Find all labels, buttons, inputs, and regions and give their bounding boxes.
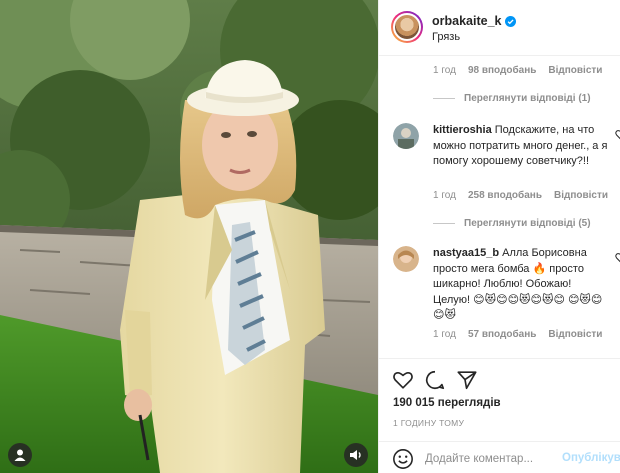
post-photo — [0, 0, 378, 473]
comment-likes[interactable]: 57 вподобань — [468, 329, 536, 340]
view-replies-button[interactable]: Переглянути відповіді (1) — [433, 93, 591, 104]
audio-toggle-button[interactable] — [344, 443, 368, 467]
replies-divider — [433, 98, 455, 99]
user-tag-icon — [14, 449, 26, 461]
comment-time: 1 год — [433, 190, 456, 201]
comment-body: kittieroshia Подскажите, на что можно по… — [433, 123, 609, 170]
author-avatar[interactable] — [391, 11, 423, 43]
post-timestamp[interactable]: 1 ГОДИНУ ТОМУ — [393, 418, 464, 428]
speaker-icon — [350, 450, 361, 460]
replies-divider — [433, 223, 455, 224]
view-count[interactable]: 190 015 переглядів — [393, 397, 501, 409]
comment-like-icon[interactable] — [615, 129, 620, 141]
heart-icon[interactable] — [392, 369, 414, 391]
publish-button[interactable]: Опублікувати — [562, 452, 620, 464]
paper-plane-icon[interactable] — [456, 369, 478, 391]
reply-button[interactable]: Відповісти — [548, 65, 602, 76]
commenter-username[interactable]: kittieroshia — [433, 124, 492, 136]
comment-likes[interactable]: 98 вподобань — [468, 65, 536, 76]
add-comment-bar: Опублікувати — [379, 441, 620, 473]
comment-like-icon[interactable] — [615, 252, 620, 264]
verified-badge-icon — [505, 15, 517, 27]
commenter-username[interactable]: nastyaa15_b — [433, 247, 499, 259]
author-username[interactable]: orbakaite_k — [432, 14, 501, 28]
comment-input[interactable] — [425, 448, 555, 470]
comment-meta: 1 год 98 вподобань Відповісти — [433, 65, 602, 76]
smiley-icon[interactable] — [392, 448, 414, 470]
comment-time: 1 год — [433, 65, 456, 76]
comment-meta: 1 год 258 вподобань Відповісти — [433, 190, 608, 201]
reply-button[interactable]: Відповісти — [554, 190, 608, 201]
reply-button[interactable]: Відповісти — [548, 329, 602, 340]
commenter-avatar[interactable] — [393, 123, 419, 149]
post-location[interactable]: Грязь — [432, 31, 460, 43]
comment-time: 1 год — [433, 329, 456, 340]
comment-meta: 1 год 57 вподобань Відповісти — [433, 329, 602, 340]
comment-bubble-icon[interactable] — [424, 369, 446, 391]
user-tag-button[interactable] — [8, 443, 32, 467]
comment-likes[interactable]: 258 вподобань — [468, 190, 542, 201]
commenter-avatar[interactable] — [393, 246, 419, 272]
view-replies-button[interactable]: Переглянути відповіді (5) — [433, 218, 591, 229]
view-replies-label: Переглянути відповіді (5) — [464, 218, 591, 229]
post-side-panel: orbakaite_k Грязь 1 год 98 вподобань Від… — [378, 0, 620, 473]
post-media[interactable] — [0, 0, 378, 473]
view-replies-label: Переглянути відповіді (1) — [464, 93, 591, 104]
comment-body: nastyaa15_b Алла Борисовна просто мега б… — [433, 246, 609, 324]
post-actions: 190 015 переглядів 1 ГОДИНУ ТОМУ — [379, 358, 620, 444]
post-header: orbakaite_k Грязь — [379, 0, 620, 56]
comments-list[interactable]: 1 год 98 вподобань Відповісти Переглянут… — [379, 56, 620, 358]
